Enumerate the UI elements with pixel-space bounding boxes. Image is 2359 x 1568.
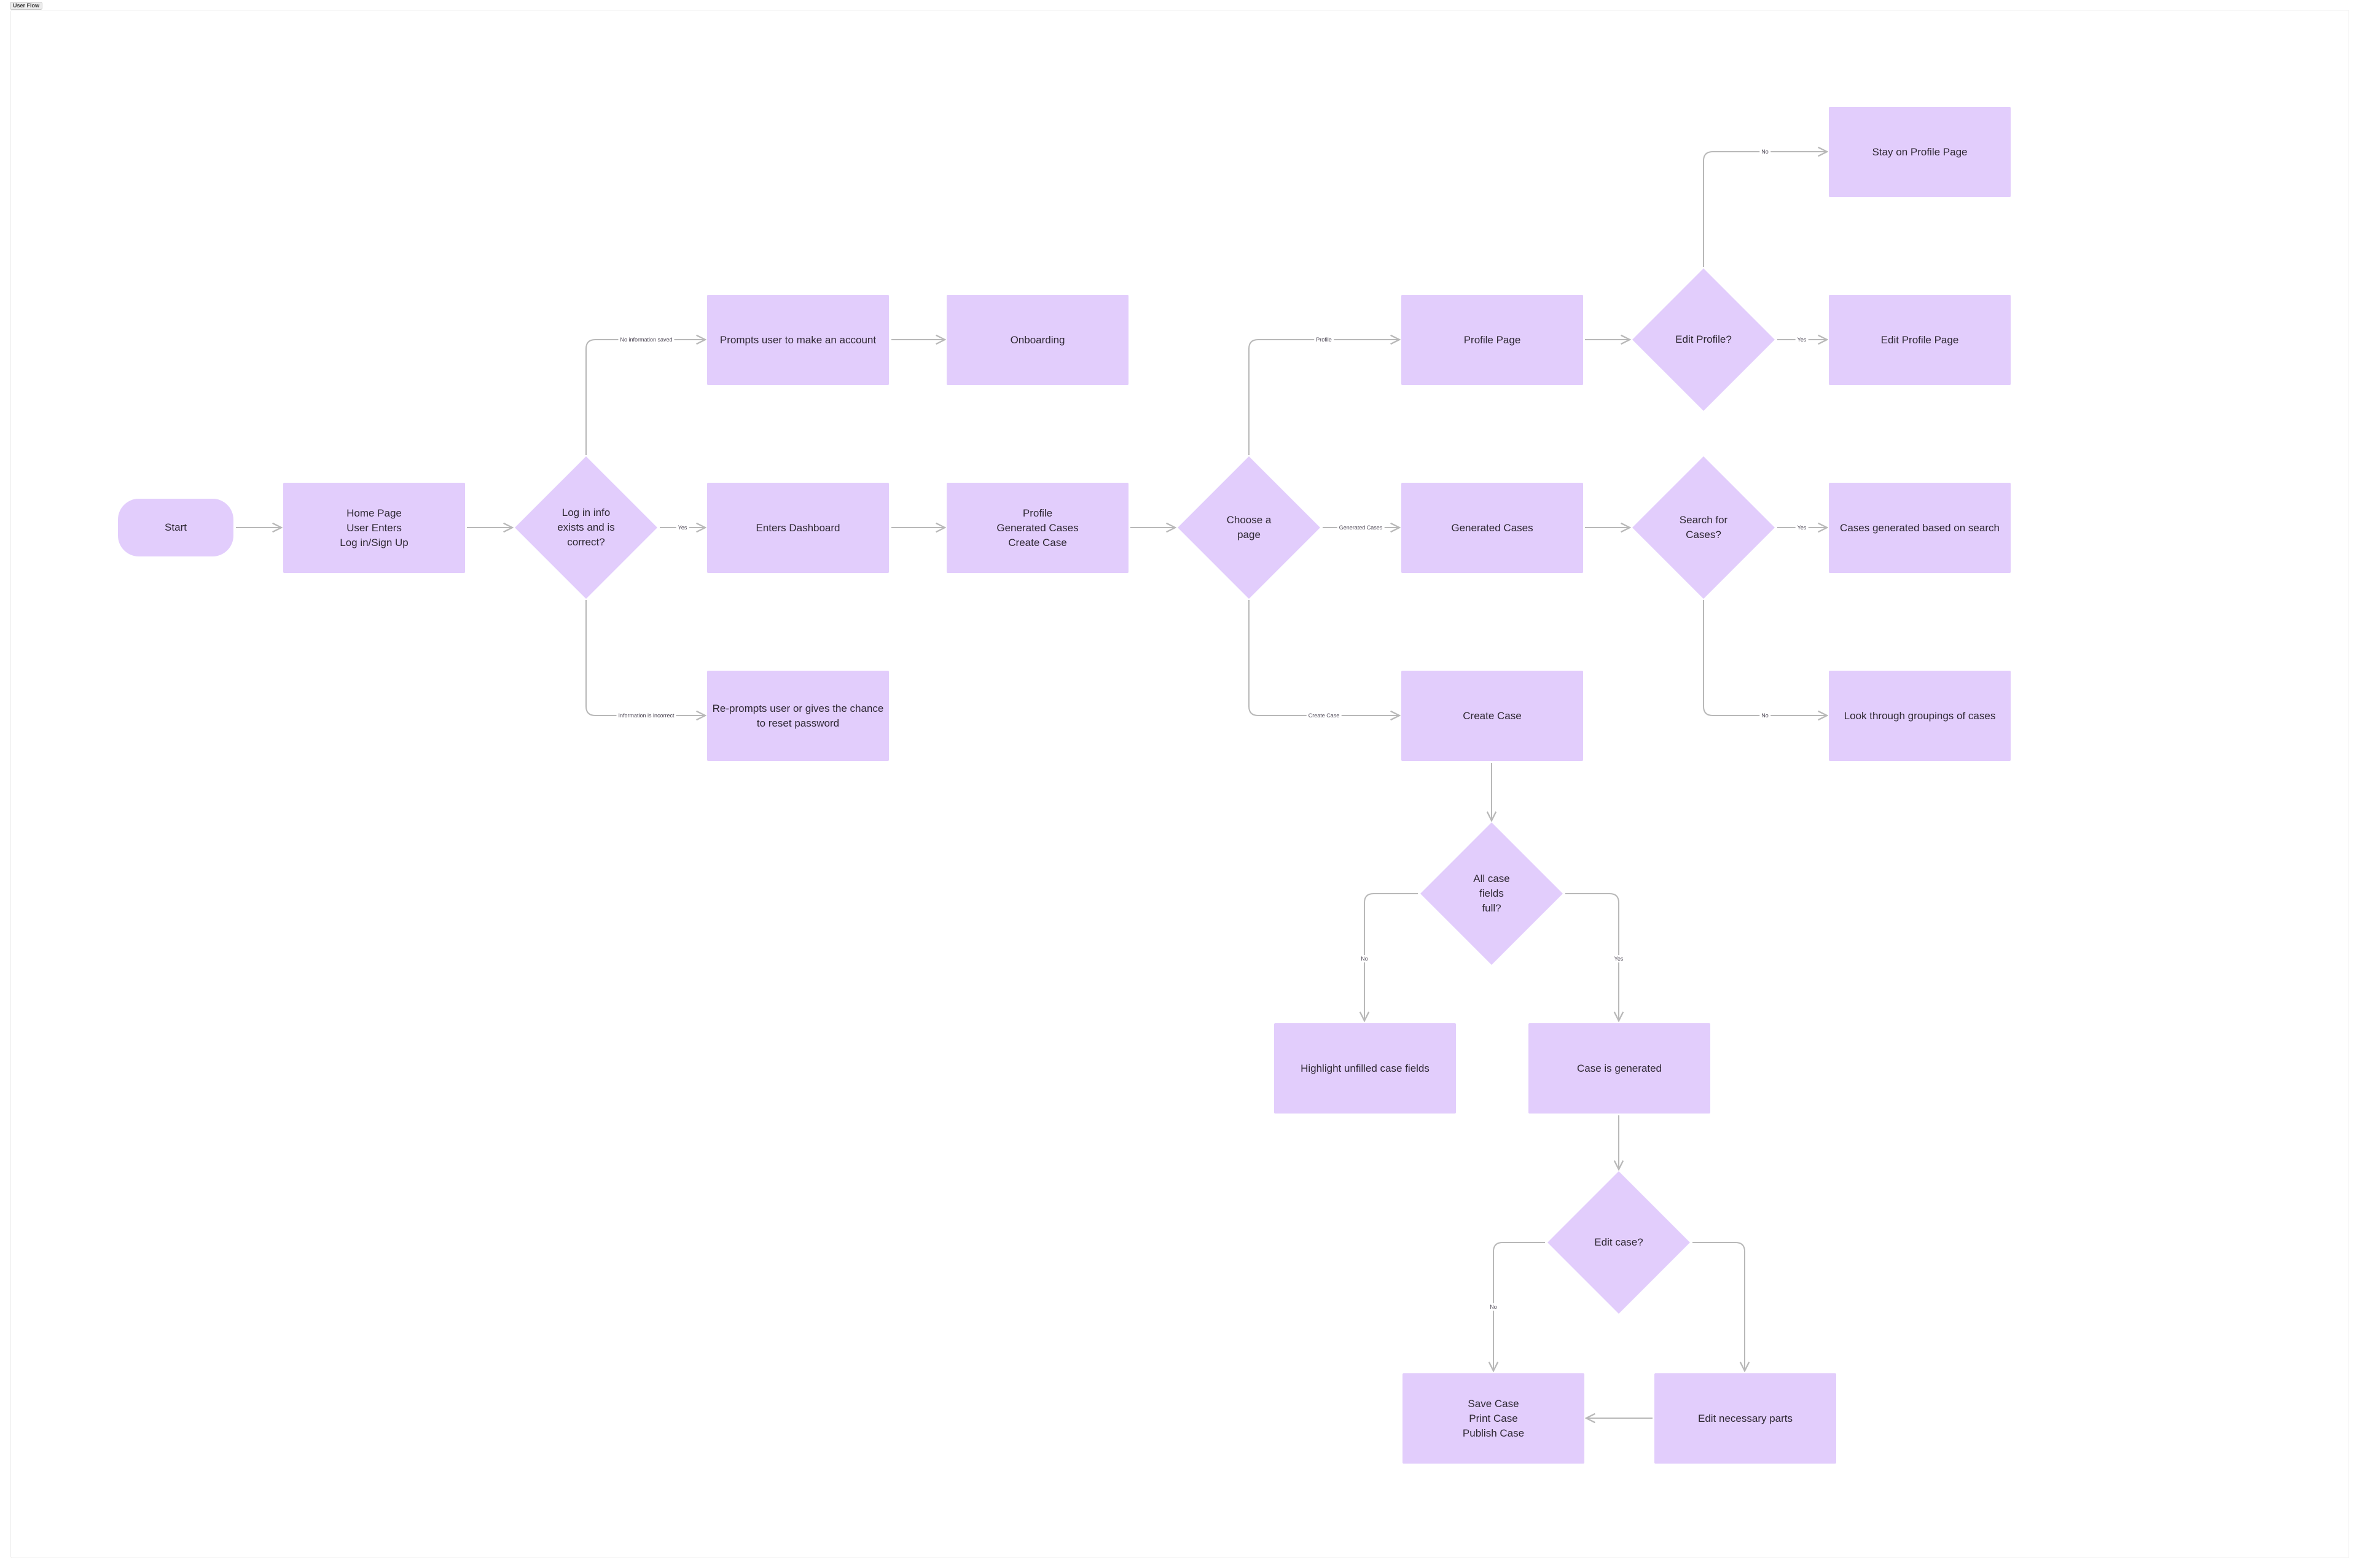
- search-cases-decision[interactable]: Search for Cases?: [1653, 477, 1754, 578]
- search-cases-q-label: Search for Cases?: [1679, 514, 1728, 540]
- edge-label-fields-yes: Yes: [1612, 955, 1625, 962]
- generated-cases-node[interactable]: Generated Cases: [1401, 483, 1583, 573]
- generated-cases-label: Generated Cases: [1451, 521, 1533, 534]
- enters-dashboard-label: Enters Dashboard: [756, 521, 840, 534]
- edge-editq-stay: [1703, 152, 1827, 267]
- edge-fieldsq-highlight: [1364, 893, 1418, 1021]
- edge-editq-parts: [1692, 1242, 1745, 1371]
- home-page-label: Home Page User Enters Log in/Sign Up: [340, 507, 409, 548]
- look-groupings-label: Look through groupings of cases: [1844, 709, 1996, 722]
- onboarding-node[interactable]: Onboarding: [947, 295, 1129, 385]
- edge-label-search-yes: Yes: [1795, 524, 1809, 531]
- start-label: Start: [165, 521, 187, 533]
- reprompt-label: Re-prompts user or gives the chance to r…: [712, 702, 884, 729]
- edge-label-choose-generated: Generated Cases: [1337, 524, 1385, 531]
- edit-parts-label: Edit necessary parts: [1697, 1412, 1793, 1424]
- connectors-layer: [236, 0, 2359, 1568]
- save-print-publish-label: Save Case Print Case Publish Case: [1462, 1397, 1525, 1439]
- choose-page-decision[interactable]: Choose a page: [1199, 477, 1299, 578]
- edge-login-prompt: [585, 340, 705, 455]
- reprompt-node[interactable]: Re-prompts user or gives the chance to r…: [707, 671, 889, 761]
- edit-profile-page-label: Edit Profile Page: [1880, 333, 1959, 346]
- edge-label-search-no: No: [1759, 712, 1770, 719]
- edge-label-no-info-saved: No information saved: [618, 336, 675, 343]
- edge-label-login-yes: Yes: [676, 524, 689, 531]
- create-case-node[interactable]: Create Case: [1401, 671, 1583, 761]
- choose-page-label: Choose a page: [1226, 514, 1272, 540]
- edit-parts-node[interactable]: Edit necessary parts: [1654, 1373, 1836, 1464]
- fields-full-q-label: All case fields full?: [1473, 873, 1510, 914]
- login-check-label: Log in info exists and is correct?: [557, 507, 615, 548]
- edge-label-edit-profile-no: No: [1759, 148, 1770, 155]
- edge-label-edit-case-no: No: [1488, 1303, 1499, 1311]
- edge-label-choose-profile: Profile: [1314, 336, 1334, 343]
- fields-full-decision[interactable]: All case fields full?: [1441, 843, 1542, 944]
- edge-label-choose-create: Create Case: [1306, 712, 1342, 719]
- edge-choose-create: [1248, 600, 1399, 716]
- edge-editq-save: [1493, 1242, 1545, 1371]
- home-page-node[interactable]: Home Page User Enters Log in/Sign Up: [283, 483, 465, 573]
- edge-fieldsq-generated: [1565, 893, 1619, 1021]
- edge-login-reprompt: [585, 600, 705, 716]
- case-generated-label: Case is generated: [1577, 1062, 1662, 1074]
- onboarding-label: Onboarding: [1010, 333, 1065, 346]
- profile-page-node[interactable]: Profile Page: [1401, 295, 1583, 385]
- edge-searchq-groupings: [1703, 600, 1827, 716]
- highlight-fields-label: Highlight unfilled case fields: [1301, 1062, 1430, 1074]
- cases-by-search-label: Cases generated based on search: [1840, 521, 2000, 534]
- edit-profile-q-label: Edit Profile?: [1675, 333, 1732, 345]
- edit-profile-page-node[interactable]: Edit Profile Page: [1829, 295, 2011, 385]
- edit-profile-decision[interactable]: Edit Profile?: [1653, 289, 1754, 390]
- look-groupings-node[interactable]: Look through groupings of cases: [1829, 671, 2011, 761]
- dashboard-menu-node[interactable]: Profile Generated Cases Create Case: [947, 483, 1129, 573]
- edge-label-edit-profile-yes: Yes: [1795, 336, 1809, 343]
- edge-choose-profile: [1248, 340, 1399, 455]
- login-check-decision[interactable]: Log in info exists and is correct?: [536, 477, 636, 578]
- cases-by-search-node[interactable]: Cases generated based on search: [1829, 483, 2011, 573]
- enters-dashboard-node[interactable]: Enters Dashboard: [707, 483, 889, 573]
- save-print-publish-node[interactable]: Save Case Print Case Publish Case: [1402, 1373, 1584, 1464]
- start-node[interactable]: Start: [118, 499, 233, 556]
- stay-profile-label: Stay on Profile Page: [1872, 146, 1968, 158]
- edge-label-fields-no: No: [1359, 955, 1370, 962]
- profile-page-label: Profile Page: [1463, 333, 1521, 346]
- dashboard-menu-label: Profile Generated Cases Create Case: [996, 507, 1079, 548]
- edit-case-q-label: Edit case?: [1594, 1236, 1643, 1248]
- edit-case-decision[interactable]: Edit case?: [1568, 1192, 1669, 1293]
- prompt-account-label: Prompts user to make an account: [719, 333, 877, 346]
- highlight-fields-node[interactable]: Highlight unfilled case fields: [1274, 1023, 1456, 1114]
- create-case-label: Create Case: [1463, 709, 1522, 722]
- case-generated-node[interactable]: Case is generated: [1528, 1023, 1710, 1114]
- prompt-account-node[interactable]: Prompts user to make an account: [707, 295, 889, 385]
- stay-profile-node[interactable]: Stay on Profile Page: [1829, 107, 2011, 197]
- edge-label-info-incorrect: Information is incorrect: [616, 712, 676, 719]
